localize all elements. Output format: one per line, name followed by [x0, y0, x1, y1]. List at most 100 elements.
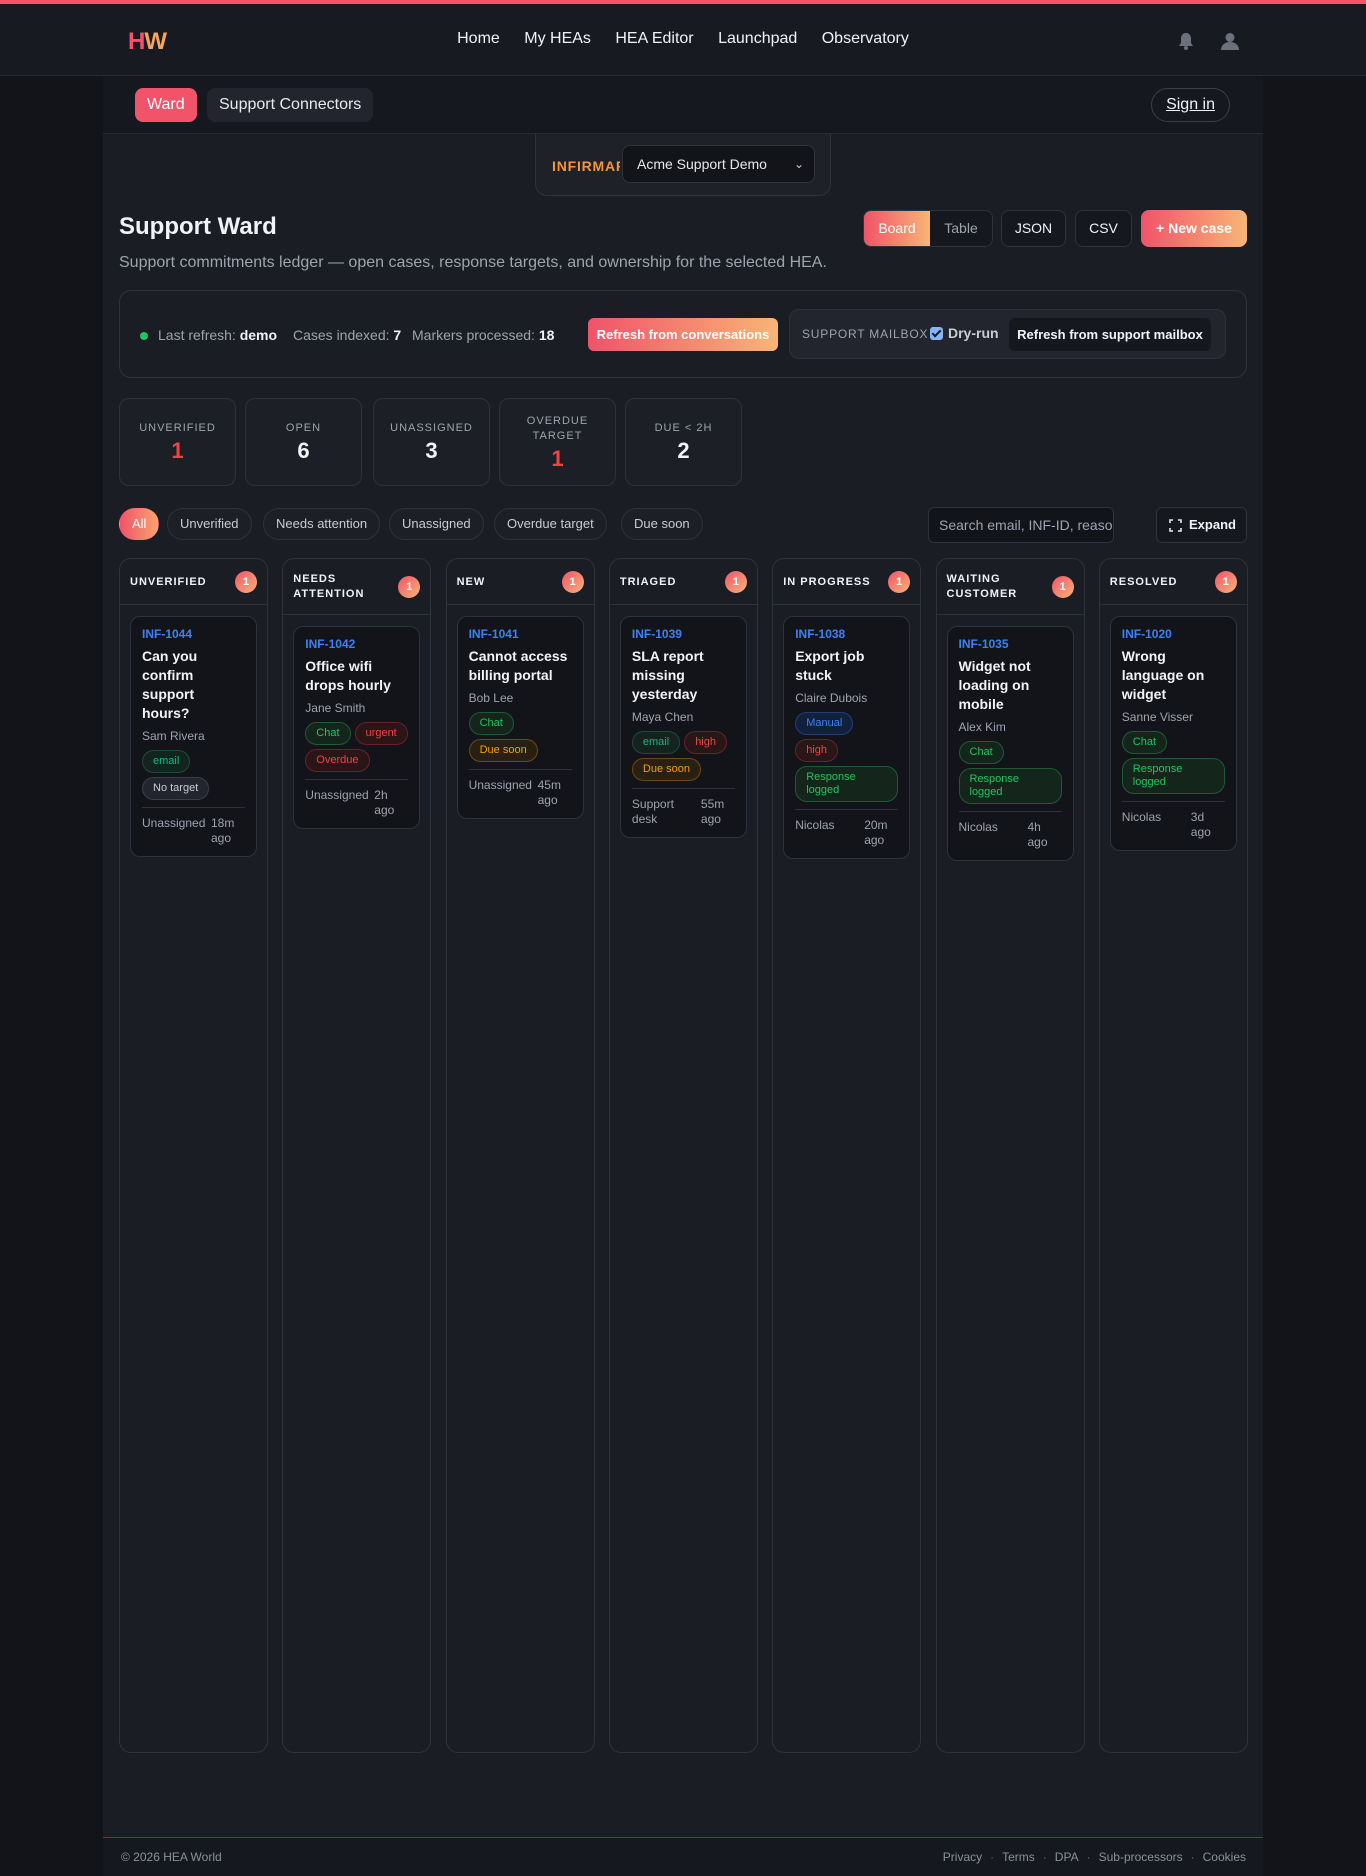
column-title: NEW — [456, 576, 486, 588]
kanban-column: NEW 1 INF-1041 Cannot access billing portal… — [445, 558, 595, 1753]
kpi-value: 3 — [425, 438, 438, 463]
kanban-column: IN PROGRESS 1 INF-1038 Export job stuck Clai… — [772, 558, 922, 1753]
case-id[interactable]: INF-1039 — [632, 627, 735, 641]
case-title: Can you confirm support hours? — [142, 648, 198, 721]
footer-link[interactable]: Privacy — [943, 1850, 982, 1864]
case-id[interactable]: INF-1035 — [959, 637, 1062, 651]
view-toggle: Board Table — [863, 210, 993, 247]
kpi-label: UNASSIGNED — [390, 422, 473, 434]
case-owner: Nicolas — [1121, 810, 1162, 824]
json-export-button[interactable]: JSON — [1001, 210, 1066, 247]
tab-support-connectors[interactable]: Support Connectors — [207, 88, 374, 122]
refresh-conversations-button[interactable]: Refresh from conversations — [588, 318, 778, 351]
table-view-button[interactable]: Table — [930, 211, 992, 246]
case-card[interactable]: INF-1035 Widget not loading on mobile Alex… — [946, 626, 1074, 861]
kanban-column: TRIAGED 1 INF-1039 SLA report missing yeste… — [608, 558, 758, 1753]
dry-run-checkbox[interactable]: Dry-run — [930, 325, 999, 341]
filter-chip[interactable]: Needs attention — [263, 508, 381, 540]
bell-icon[interactable] — [1176, 31, 1196, 51]
page-footer: © 2026 HEA World Privacy · Terms · DPA · Sub-p… — [103, 1837, 1263, 1876]
sign-in-button[interactable]: Sign in — [1151, 88, 1230, 122]
footer-link[interactable]: DPA — [1055, 1850, 1079, 1864]
new-case-button[interactable]: + New case — [1141, 210, 1247, 247]
column-count-badge: 1 — [1051, 576, 1074, 598]
nav-launchpad[interactable]: Launchpad — [718, 30, 797, 48]
footer-separator: · — [990, 1850, 995, 1864]
footer-link[interactable]: Sub-processors — [1099, 1850, 1183, 1864]
main-nav: Home My HEAs HEA Editor Launchpad Observ… — [0, 30, 1366, 48]
status-badge: high — [795, 739, 838, 762]
status-badge: Due soon — [631, 758, 701, 781]
column-title: RESOLVED — [1109, 576, 1178, 588]
footer-links: Privacy · Terms · DPA · Sub-processors · Cookies — [943, 1850, 1246, 1864]
infirmary-label: INFIRMARY — [552, 158, 620, 174]
filter-chip[interactable]: All — [119, 508, 160, 540]
column-header: RESOLVED 1 — [1099, 559, 1247, 605]
nav-hea-editor[interactable]: HEA Editor — [615, 30, 693, 48]
case-id[interactable]: INF-1042 — [305, 637, 408, 651]
nav-home[interactable]: Home — [457, 30, 500, 48]
footer-link[interactable]: Cookies — [1203, 1850, 1246, 1864]
case-id[interactable]: INF-1020 — [1122, 627, 1225, 641]
column-count-badge: 1 — [235, 571, 257, 593]
case-age: 18m ago — [211, 816, 235, 845]
top-navbar: HW Home My HEAs HEA Editor Launchpad Obs… — [0, 4, 1366, 76]
case-card[interactable]: INF-1044 Can you confirm support hours? Sa… — [130, 616, 257, 857]
case-id[interactable]: INF-1041 — [469, 627, 572, 641]
kanban-column: WAITING CUSTOMER 1 INF-1035 Widget not load… — [935, 558, 1085, 1753]
column-header: WAITING CUSTOMER 1 — [936, 559, 1084, 615]
case-tags: Chat Response logged — [958, 741, 1062, 804]
nav-my-heas[interactable]: My HEAs — [524, 30, 591, 48]
column-header: IN PROGRESS 1 — [773, 559, 921, 605]
refresh-mailbox-button[interactable]: Refresh from support mailbox — [1009, 318, 1211, 351]
case-card[interactable]: INF-1039 SLA report missing yesterday Maya… — [619, 616, 747, 838]
search-input[interactable]: Search email, INF-ID, reason… — [928, 507, 1114, 543]
case-requester: Bob Lee — [468, 691, 514, 705]
case-card[interactable]: INF-1020 Wrong language on widget Sanne Vi… — [1109, 616, 1237, 851]
cases-indexed: Cases indexed: 7 — [293, 327, 402, 343]
case-title: Wrong language on widget — [1121, 648, 1205, 702]
case-card[interactable]: INF-1038 Export job stuck Claire Dubois Man… — [783, 616, 911, 859]
case-age: 55m ago — [700, 797, 725, 826]
case-tags: Chat urgent Overdue — [305, 722, 408, 772]
checkbox-checked-icon — [930, 327, 943, 340]
case-card[interactable]: INF-1041 Cannot access billing portal Bob … — [456, 616, 584, 819]
user-icon[interactable] — [1220, 31, 1240, 51]
infirmary-select[interactable]: Acme Support Demo ⌄ — [622, 145, 815, 183]
status-dot — [140, 332, 148, 340]
column-count-badge: 1 — [724, 571, 747, 593]
case-requester: Jane Smith — [305, 701, 366, 715]
filter-chip[interactable]: Overdue target — [494, 508, 607, 540]
case-age: 45m ago — [537, 778, 561, 807]
filter-chip[interactable]: Unverified — [167, 508, 252, 540]
case-age: 3d ago — [1190, 810, 1211, 839]
column-header: NEW 1 — [446, 559, 594, 605]
status-badge: Chat — [1121, 731, 1168, 754]
column-count-badge: 1 — [398, 576, 421, 598]
case-requester: Sam Rivera — [142, 729, 205, 743]
nav-observatory[interactable]: Observatory — [822, 30, 909, 48]
footer-separator: · — [1086, 1850, 1091, 1864]
csv-export-button[interactable]: CSV — [1075, 210, 1132, 247]
case-age: 2h ago — [374, 788, 395, 817]
status-badge: email — [631, 731, 681, 754]
case-id[interactable]: INF-1038 — [795, 627, 898, 641]
case-owner: Unassigned — [142, 816, 206, 830]
case-card[interactable]: INF-1042 Office wifi drops hourly Jane Smi… — [293, 626, 421, 829]
main-shell: Ward Support Connectors Sign in INFIRMAR… — [103, 77, 1263, 1837]
column-title: NEEDS ATTENTION — [293, 573, 365, 600]
board-view-button[interactable]: Board — [864, 211, 930, 246]
case-owner: Unassigned — [468, 778, 532, 792]
expand-button[interactable]: Expand — [1156, 507, 1247, 543]
filter-chip[interactable]: Due soon — [621, 508, 703, 540]
kpi-card: OPEN 6 — [245, 398, 362, 486]
last-refresh: Last refresh: demo — [158, 327, 278, 343]
column-header: NEEDS ATTENTION 1 — [283, 559, 431, 615]
case-id[interactable]: INF-1044 — [142, 627, 245, 641]
filter-chip[interactable]: Unassigned — [389, 508, 484, 540]
case-footer: Unassigned 2h ago — [305, 779, 409, 818]
case-tags: email high Due soon — [631, 731, 735, 781]
footer-link[interactable]: Terms — [1002, 1850, 1035, 1864]
tab-ward[interactable]: Ward — [135, 88, 197, 122]
kpi-value: 6 — [297, 438, 310, 463]
